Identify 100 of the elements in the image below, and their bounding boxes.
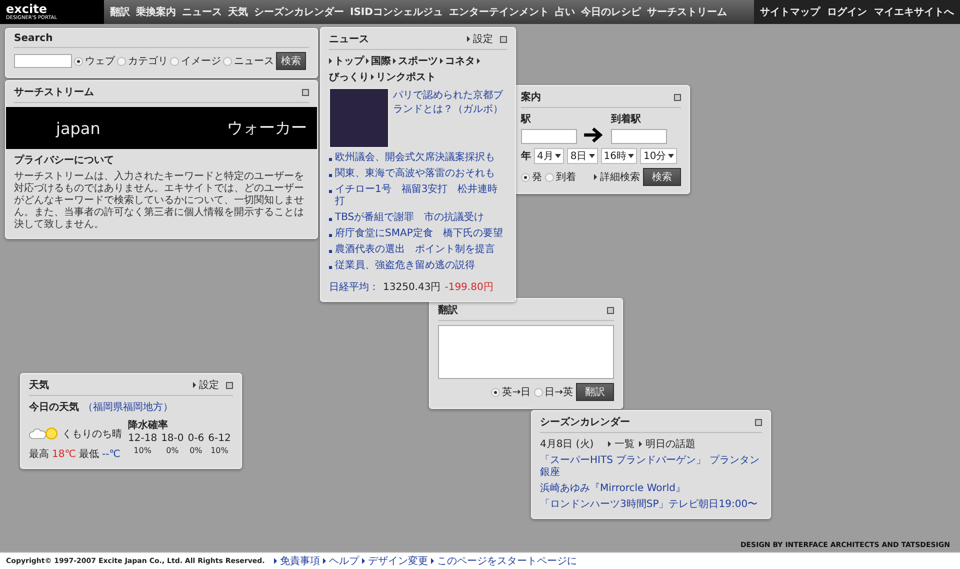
privacy-heading: プライバシーについて	[14, 153, 115, 167]
triangle-bullet-icon	[274, 558, 277, 564]
radio-button[interactable]	[117, 56, 126, 66]
triangle-bullet-icon	[477, 58, 480, 64]
arrival-field[interactable]	[611, 129, 667, 144]
footer-link[interactable]: ヘルプ	[328, 554, 359, 568]
news-category-link[interactable]: リンクポスト	[376, 70, 436, 84]
radio-label: 発	[532, 171, 542, 184]
nav-link[interactable]: 天気	[228, 5, 248, 19]
field-label: 到着駅	[611, 112, 642, 126]
radio-button[interactable]	[74, 56, 83, 66]
nav-link[interactable]: サイトマップ	[760, 5, 820, 19]
radio-button[interactable]	[545, 172, 554, 182]
dropdown[interactable]: 4月	[534, 148, 564, 164]
expand-icon[interactable]	[607, 306, 614, 314]
dropdown[interactable]: 8日	[567, 148, 598, 164]
nav-link[interactable]: マイエキサイトへ	[874, 5, 954, 19]
privacy-text: サーチストリームは、入力されたキーワードと特定のユーザーを対応づけるものではありません。エキサイトでは、どのユーザーがどんなキーワードで検索しているかについて、一切関知しません。また、当事者の許可なく第三者に個人情報を開示することは決して致しません。	[14, 171, 305, 231]
dropdown[interactable]: 10分	[640, 148, 678, 164]
expand-icon[interactable]	[500, 36, 507, 42]
headline-link[interactable]: 従業員、強盗危き留め逃の説得	[335, 260, 475, 272]
search-button[interactable]: 検索	[276, 52, 306, 70]
radio-button[interactable]	[170, 56, 179, 66]
bullet-icon	[329, 174, 332, 177]
time-period: 18-0	[161, 433, 184, 444]
footer-link[interactable]: デザイン変更	[368, 554, 428, 568]
expand-icon[interactable]	[674, 94, 681, 100]
search-field[interactable]	[14, 54, 72, 68]
news-category-link[interactable]: コネタ	[445, 54, 475, 68]
nav-link[interactable]: 占い	[554, 5, 575, 19]
expand-icon[interactable]	[302, 88, 309, 96]
time-period: 6-12	[208, 433, 231, 444]
bullet-icon	[329, 158, 332, 161]
region-link[interactable]: （福岡県福岡地方）	[83, 400, 173, 414]
radio-button[interactable]	[534, 388, 543, 396]
nav-link[interactable]: 翻訳	[110, 5, 130, 19]
temperature-label: 最高	[29, 448, 49, 461]
radio-label: 到着	[556, 170, 576, 184]
caret-icon	[555, 154, 562, 158]
advanced-search-link[interactable]: 詳細検索	[600, 170, 640, 184]
widget-title: ニュース	[329, 33, 370, 46]
time-period: 12-18	[128, 433, 158, 444]
triangle-bullet-icon	[371, 74, 374, 80]
nav-link[interactable]: サーチストリーム	[646, 5, 727, 19]
widget-title: サーチストリーム	[14, 86, 95, 99]
triangle-bullet-icon	[322, 558, 326, 564]
event-link[interactable]: 「ロンドンハーツ3時間SP」テレビ朝日19:00〜	[540, 499, 762, 511]
footer-link[interactable]: 免責事項	[280, 554, 320, 568]
departure-field[interactable]	[521, 129, 577, 144]
expand-icon[interactable]	[226, 382, 233, 388]
calendar-link[interactable]: 明日の話題	[646, 437, 696, 451]
rain-chance: 10%	[210, 446, 228, 455]
widget-title: 天気	[29, 379, 50, 392]
calendar-link[interactable]: 一覧	[614, 437, 635, 451]
headline-link[interactable]: 欧州議会、開会式欠席決議案採択も	[335, 152, 495, 164]
news-category-link[interactable]: 国際	[371, 54, 391, 68]
headline-link[interactable]: 関東、東海で高波や落雷のおそれも	[335, 168, 495, 180]
radio-button[interactable]	[491, 388, 500, 396]
radio-label: ニュース	[234, 55, 274, 68]
event-link[interactable]: 浜崎あゆみ『Mirrorcle World』	[540, 483, 762, 495]
triangle-bullet-icon	[430, 558, 434, 564]
dropdown[interactable]: 16時	[600, 148, 638, 164]
nav-link[interactable]: 今日のレシピ	[580, 5, 641, 19]
expand-icon[interactable]	[755, 418, 762, 426]
news-category-link[interactable]: びっくり	[329, 70, 369, 84]
nav-link[interactable]: ISIDコンシェルジュ	[350, 5, 443, 19]
index-label: 日経平均：	[329, 281, 379, 294]
nav-link[interactable]: 乗換案内	[136, 5, 176, 19]
nav-link[interactable]: ログイン	[827, 5, 867, 19]
widget-title: 翻訳	[438, 304, 459, 317]
headline-link[interactable]: 農酒代表の選出 ポイント制を提言	[335, 244, 495, 256]
high-temperature: 18℃	[52, 448, 76, 460]
triangle-bullet-icon	[638, 441, 642, 447]
feature-article-link[interactable]: パリで認められた京都ブランドとは？（ガルボ）	[393, 88, 507, 116]
footer-link[interactable]: このページをスタートページに	[436, 554, 577, 568]
headline-link[interactable]: TBSが番組で謝罪 市の抗議受け	[335, 212, 484, 224]
nav-link[interactable]: ニュース	[182, 5, 222, 19]
search-button[interactable]: 検索	[643, 168, 681, 186]
settings-link[interactable]: 設定	[199, 378, 219, 392]
radio-button[interactable]	[521, 172, 530, 182]
translate-button[interactable]: 翻訳	[576, 383, 614, 401]
bullet-icon	[329, 250, 332, 253]
nav-link[interactable]: シーズンカレンダー	[254, 5, 344, 19]
news-category-link[interactable]: トップ	[334, 54, 364, 68]
radio-button[interactable]	[223, 56, 232, 66]
triangle-bullet-icon	[329, 58, 332, 64]
event-link[interactable]: 「スーパーHITS ブランドバーゲン」 プランタン銀座	[540, 455, 762, 479]
rain-chance: 10%	[134, 446, 152, 455]
illustration-placeholder	[329, 88, 389, 148]
settings-link[interactable]: 設定	[473, 32, 493, 46]
news-category-link[interactable]: スポーツ	[398, 54, 438, 68]
weather-condition: くもりのち晴	[62, 428, 122, 440]
widget-title: 案内	[521, 90, 542, 104]
triangle-bullet-icon	[193, 382, 196, 388]
nav-link[interactable]: エンターテインメント	[448, 5, 549, 19]
widget-title: シーズンカレンダー	[540, 416, 631, 429]
headline-link[interactable]: 府庁食堂にSMAP定食 橋下氏の要望	[335, 228, 503, 240]
calendar-date: 4月8日 (火)	[540, 438, 594, 451]
headline-link[interactable]: イチロー1号 福留3安打 松井連時打	[335, 184, 507, 208]
radio-label: 英→日	[502, 386, 531, 399]
